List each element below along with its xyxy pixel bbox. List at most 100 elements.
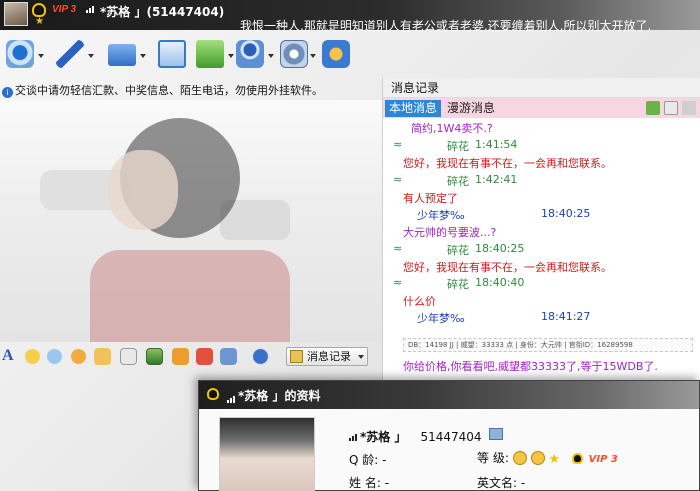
english-name-value: - bbox=[520, 476, 526, 490]
wave-icon: ≈ bbox=[393, 276, 403, 289]
wave-icon: ≈ bbox=[393, 242, 403, 255]
message-text: 简约,1W4卖不.? bbox=[411, 122, 493, 135]
speaker-icon[interactable] bbox=[682, 101, 696, 115]
profile-photo[interactable] bbox=[219, 417, 315, 491]
voice-message-icon[interactable] bbox=[94, 348, 111, 365]
message-time: 18:40:25 bbox=[475, 242, 525, 255]
folder-dropdown-icon[interactable] bbox=[140, 54, 146, 58]
profile-qq-number: 51447404 bbox=[420, 430, 482, 444]
qq-chat-window: ★ VIP 3 *苏格 」(51447404) 我恨一种人,那就是明知道别人有老… bbox=[0, 0, 700, 491]
music-icon[interactable] bbox=[172, 348, 189, 365]
qq-penguin-icon bbox=[571, 453, 583, 464]
record-tabs: 本地消息 漫游消息 bbox=[383, 98, 700, 118]
english-name-label: 英文名: bbox=[477, 476, 518, 490]
search-icon[interactable] bbox=[664, 101, 678, 115]
qq-age-label: Q 龄: - bbox=[349, 451, 386, 468]
sender-name: 碎花 bbox=[447, 278, 469, 291]
apps-dropdown-icon[interactable] bbox=[228, 54, 234, 58]
chat-display-area[interactable] bbox=[0, 100, 382, 342]
message-list[interactable]: 简约,1W4卖不.? ≈ 碎花 1:41:54 您好，我现在有事不在，一会再和您… bbox=[383, 118, 700, 391]
security-warning: i 交谈中请勿轻信汇款、中奖信息、陌生电话，勿使用外挂软件。 bbox=[2, 82, 380, 98]
record-tools bbox=[646, 101, 696, 115]
level-label: 等 级: bbox=[477, 451, 509, 465]
apps-icon[interactable] bbox=[196, 40, 224, 68]
chevron-down-icon[interactable] bbox=[358, 355, 364, 359]
message-time: 18:40:40 bbox=[475, 276, 525, 289]
message-text: 你给价格,你看看吧,威望都33333了,等于15WDB了. bbox=[403, 360, 658, 373]
sender-name: 碎花 bbox=[447, 175, 469, 188]
message-time: 18:40:25 bbox=[541, 207, 591, 220]
wave-icon: ≈ bbox=[393, 138, 403, 151]
settings-dropdown-icon[interactable] bbox=[310, 54, 316, 58]
microphone-icon[interactable] bbox=[56, 40, 84, 68]
folder-icon[interactable] bbox=[108, 44, 136, 66]
signal-icon bbox=[227, 396, 235, 403]
message-record-button[interactable]: 消息记录 bbox=[286, 347, 368, 366]
qq-penguin-icon bbox=[207, 388, 219, 400]
send-image-icon[interactable] bbox=[146, 348, 163, 365]
name-label: 姓 名: bbox=[349, 476, 381, 490]
message-record-label: 消息记录 bbox=[307, 350, 351, 363]
title-bar: ★ VIP 3 *苏格 」(51447404) 我恨一种人,那就是明知道别人有老… bbox=[0, 0, 700, 33]
warning-text: 交谈中请勿轻信汇款、中奖信息、陌生电话，勿使用外挂软件。 bbox=[15, 84, 323, 97]
contact-title: *苏格 」(51447404) bbox=[100, 5, 225, 19]
magic-emoticon-icon[interactable] bbox=[46, 348, 63, 365]
font-icon[interactable]: A bbox=[2, 347, 14, 365]
tab-roaming-messages[interactable]: 漫游消息 bbox=[443, 100, 499, 117]
qq-age-label-text: Q 龄: bbox=[349, 453, 379, 467]
avatar[interactable] bbox=[4, 2, 28, 26]
message-record-icon bbox=[290, 350, 303, 363]
background-photo-shirt bbox=[90, 250, 290, 342]
star-icon: ★ bbox=[35, 16, 44, 27]
message-text: 您好，我现在有事不在，一会再和您联系。 bbox=[403, 261, 612, 274]
profile-title-bar: *苏格 」的资料 bbox=[199, 381, 699, 409]
qq-penguin-icon bbox=[32, 3, 46, 17]
webcam-icon[interactable] bbox=[6, 40, 34, 68]
gift-icon[interactable] bbox=[196, 348, 213, 365]
scribble-icon[interactable] bbox=[120, 348, 137, 365]
message-text: 您好，我现在有事不在，一会再和您联系。 bbox=[403, 157, 612, 170]
message-time: 1:41:54 bbox=[475, 138, 518, 151]
input-toolbar: A 消息记录 bbox=[0, 345, 382, 369]
sender-name: 少年梦‰ bbox=[417, 209, 465, 222]
profile-name: *苏格 」 bbox=[360, 430, 407, 444]
name-value: - bbox=[384, 476, 390, 490]
message-time: 18:41:27 bbox=[541, 310, 591, 323]
background-photo-face bbox=[108, 150, 178, 230]
settings-icon[interactable] bbox=[280, 40, 308, 68]
level-row: 等 级: ★ VIP 3 bbox=[477, 449, 618, 467]
english-name-row: 英文名: - bbox=[477, 474, 525, 491]
profile-name-row: *苏格 」 51447404 bbox=[349, 428, 482, 445]
message-record-panel: 消息记录 本地消息 漫游消息 简约,1W4卖不.? ≈ 碎花 1:41:54 您… bbox=[382, 78, 700, 391]
profile-title: *苏格 」的资料 bbox=[227, 387, 320, 404]
message-time: 1:42:41 bbox=[475, 173, 518, 186]
screenshot-icon[interactable] bbox=[220, 348, 237, 365]
multi-chat-icon[interactable] bbox=[236, 40, 264, 68]
multi-chat-dropdown-icon[interactable] bbox=[268, 54, 274, 58]
message-text: 有人预定了 bbox=[403, 192, 458, 205]
sender-name: 少年梦‰ bbox=[417, 312, 465, 325]
business-card-icon[interactable] bbox=[489, 428, 503, 440]
export-icon[interactable] bbox=[646, 101, 660, 115]
tab-local-messages[interactable]: 本地消息 bbox=[385, 100, 442, 117]
name-row: 姓 名: - bbox=[349, 474, 389, 491]
vip-badge: VIP 3 bbox=[52, 4, 77, 15]
webcam-dropdown-icon[interactable] bbox=[38, 54, 44, 58]
contact-signature: 我恨一种人,那就是明知道别人有老公或者老婆,还要缠着别人,所以别太开放了. bbox=[240, 19, 652, 33]
signal-icon bbox=[86, 6, 94, 13]
qq-age-value: - bbox=[382, 453, 387, 467]
screen-share-icon[interactable] bbox=[158, 40, 186, 68]
sun-level-icon bbox=[512, 451, 527, 465]
refresh-icon[interactable] bbox=[322, 40, 350, 68]
wave-icon: ≈ bbox=[393, 173, 403, 186]
pay-icon[interactable] bbox=[252, 348, 269, 365]
microphone-dropdown-icon[interactable] bbox=[88, 54, 94, 58]
shake-icon[interactable] bbox=[70, 348, 87, 365]
star-level-icon: ★ bbox=[548, 452, 560, 467]
game-info-image: DB：14198 JJ | 威望：33333 点 | 身份：大元帅 | 官衔ID… bbox=[403, 338, 693, 352]
message-text: 大元帅的号要波...? bbox=[403, 226, 497, 239]
emoticon-icon[interactable] bbox=[24, 348, 41, 365]
message-text: 什么价 bbox=[403, 295, 436, 308]
profile-title-text: *苏格 」的资料 bbox=[238, 389, 321, 403]
message-record-header: 消息记录 bbox=[383, 78, 700, 98]
